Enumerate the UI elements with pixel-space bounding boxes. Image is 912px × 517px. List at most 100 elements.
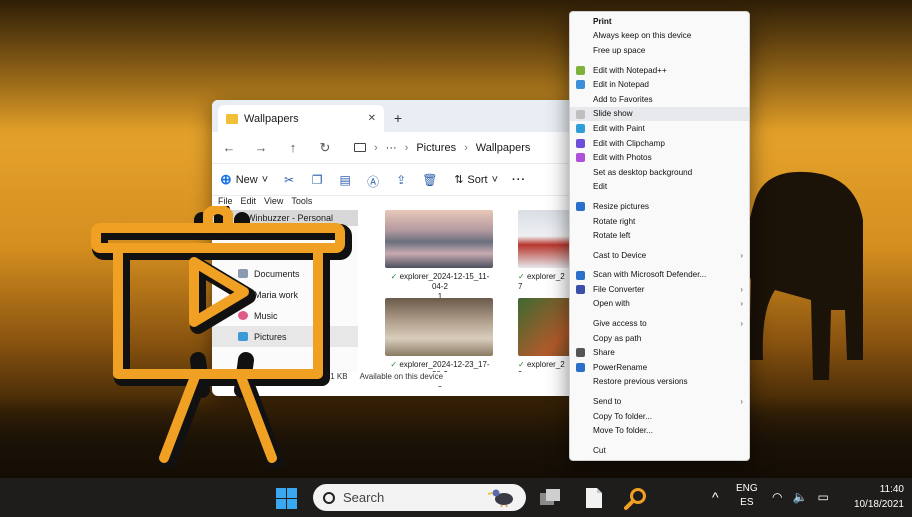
menu-item-move-to-folder[interactable]: Move To folder... [570,423,749,438]
menu-item-edit-with-photos[interactable]: Edit with Photos [570,150,749,165]
menu-item-edit-with-clipchamp[interactable]: Edit with Clipchamp [570,136,749,151]
menu-item-powerrename[interactable]: PowerRename [570,360,749,375]
menu-item-edit-in-notepad[interactable]: Edit in Notepad [570,77,749,92]
menu-item-free-up-space[interactable]: Free up space [570,43,749,58]
share-icon [576,348,585,358]
tray-status-icons[interactable]: ◠ 🔈 ▭ [772,490,829,504]
task-view-icon[interactable] [538,487,562,509]
synced-check-icon: ✓ [390,360,400,369]
menu-item-cast-to-device[interactable]: Cast to Device › [570,248,749,263]
chevron-right-icon: › [740,284,743,294]
chevron-down-icon: ˅ [261,173,269,186]
explorer-tab-bar: Wallpapers ✕ + [212,100,578,132]
menu-item-label: Edit in Notepad [593,80,649,90]
menu-item-edit-with-notepad[interactable]: Edit with Notepad++ [570,63,749,78]
chevron-right-icon: › [740,250,743,260]
taskbar-clock[interactable]: 11:40 10/18/2021 [854,482,904,512]
tab-wallpapers[interactable]: Wallpapers ✕ [218,105,384,132]
chevron-right-icon: › [374,141,378,154]
menu-item-label: PowerRename [593,362,648,372]
plus-icon: ⊕ [220,171,232,187]
menu-item-set-as-desktop-background[interactable]: Set as desktop background [570,165,749,180]
menu-item-label: Print [593,16,612,26]
menu-item-give-access-to[interactable]: Give access to › [570,316,749,331]
breadcrumb[interactable]: › ··· › Pictures › Wallpapers [354,142,530,154]
file-name-line1: explorer_2024-12-15_11-04-2 [399,272,490,291]
menu-item-label: Rotate right [593,216,636,226]
menu-item-restore-previous-versions[interactable]: Restore previous versions [570,375,749,390]
menu-item-label: Free up space [593,45,646,55]
menu-item-file-converter[interactable]: File Converter › [570,282,749,297]
menu-item-share[interactable]: Share [570,345,749,360]
rename-icon[interactable]: Ⓐ [366,173,380,189]
share-icon[interactable]: ⇪ [394,173,408,187]
menu-item-open-with[interactable]: Open with › [570,297,749,312]
menu-item-rotate-left[interactable]: Rotate left [570,228,749,243]
menu-item-resize-pictures[interactable]: Resize pictures [570,199,749,214]
resize-icon [576,202,585,212]
volume-icon: 🔈 [792,490,808,504]
menu-item-label: Slide show [593,109,633,119]
menu-item-rotate-right[interactable]: Rotate right [570,214,749,229]
file-grid: ✓ explorer_2024-12-15_11-04-2 1 ✓ explore… [368,210,578,389]
menu-item-print[interactable]: Print [570,14,749,29]
menu-item-cut[interactable]: Cut [570,443,749,458]
chevron-right-icon: › [404,141,409,154]
chevron-right-icon: › [740,319,743,329]
menu-item-label: Edit [593,182,608,192]
menu-item-send-to[interactable]: Send to › [570,394,749,409]
taskbar-search-box[interactable]: Search [313,484,526,511]
magnifier-app-icon[interactable] [624,487,648,511]
menu-item-label: File Converter [593,284,645,294]
windows-start-icon[interactable] [276,488,297,509]
cut-icon[interactable]: ✂ [282,173,296,187]
file-thumbnail[interactable]: ✓ explorer_2024-12-15_11-04-2 1 [385,210,495,302]
file-name-line2: 7 [518,282,523,291]
explorer-command-bar: ⊕ New ˅ ✂ ❐ ▤ Ⓐ ⇪ 🗑 ⇅ Sort ˅ ··· [212,164,578,196]
up-arrow-icon[interactable]: ↑ [286,140,300,155]
slideshow-projector-icon [91,206,352,468]
language-line2: ES [740,497,754,508]
refresh-icon[interactable]: ↻ [318,140,332,156]
breadcrumb-more[interactable]: ··· [386,142,397,154]
menu-item-add-to-favorites[interactable]: Add to Favorites [570,92,749,107]
delete-icon[interactable]: 🗑 [422,173,437,187]
chevron-right-icon: › [740,299,743,309]
input-language-indicator[interactable]: ENG ES [736,482,758,510]
paste-icon[interactable]: ▤ [338,173,352,187]
show-hidden-icons-chevron-icon[interactable]: ^ [712,489,719,505]
sort-icon: ⇅ [454,174,464,186]
context-menu: Print Always keep on this device Free up s… [569,11,750,461]
language-line1: ENG [736,483,758,494]
forward-arrow-icon[interactable]: → [254,140,268,155]
back-arrow-icon[interactable]: ← [222,140,236,155]
breadcrumb-pictures[interactable]: Pictures [416,142,456,154]
menu-item-copy-to-folder[interactable]: Copy To folder... [570,409,749,424]
menu-item-always-keep-on-this-device[interactable]: Always keep on this device [570,29,749,44]
clock-time: 11:40 [879,484,904,495]
sort-button[interactable]: ⇅ Sort ˅ [454,173,499,187]
synced-check-icon: ✓ [390,272,400,281]
more-options-icon[interactable]: ··· [512,174,526,186]
menu-item-label: Share [593,348,615,358]
document-app-icon[interactable] [585,487,603,509]
tab-close-icon[interactable]: ✕ [368,113,376,124]
menu-item-edit-with-paint[interactable]: Edit with Paint [570,121,749,136]
menu-item-label: Open with [593,299,630,309]
breadcrumb-wallpapers[interactable]: Wallpapers [476,142,531,154]
notepad-icon [576,80,585,90]
menu-item-scan-with-microsoft-defender[interactable]: Scan with Microsoft Defender... [570,268,749,283]
menu-item-slide-show[interactable]: Slide show [570,106,749,122]
menu-item-label: Scan with Microsoft Defender... [593,270,707,280]
chevron-down-icon: ˅ [491,173,499,186]
menu-item-copy-as-path[interactable]: Copy as path [570,331,749,346]
menu-item-label: Edit with Notepad++ [593,65,667,75]
menu-item-edit[interactable]: Edit [570,180,749,195]
menu-item-label: Edit with Paint [593,123,645,133]
wifi-icon: ◠ [772,490,783,504]
new-tab-button[interactable]: + [384,105,412,132]
folder-icon [226,113,238,124]
menu-item-label: Set as desktop background [593,167,693,177]
copy-icon[interactable]: ❐ [310,173,324,187]
new-button[interactable]: ⊕ New ˅ [220,171,268,188]
